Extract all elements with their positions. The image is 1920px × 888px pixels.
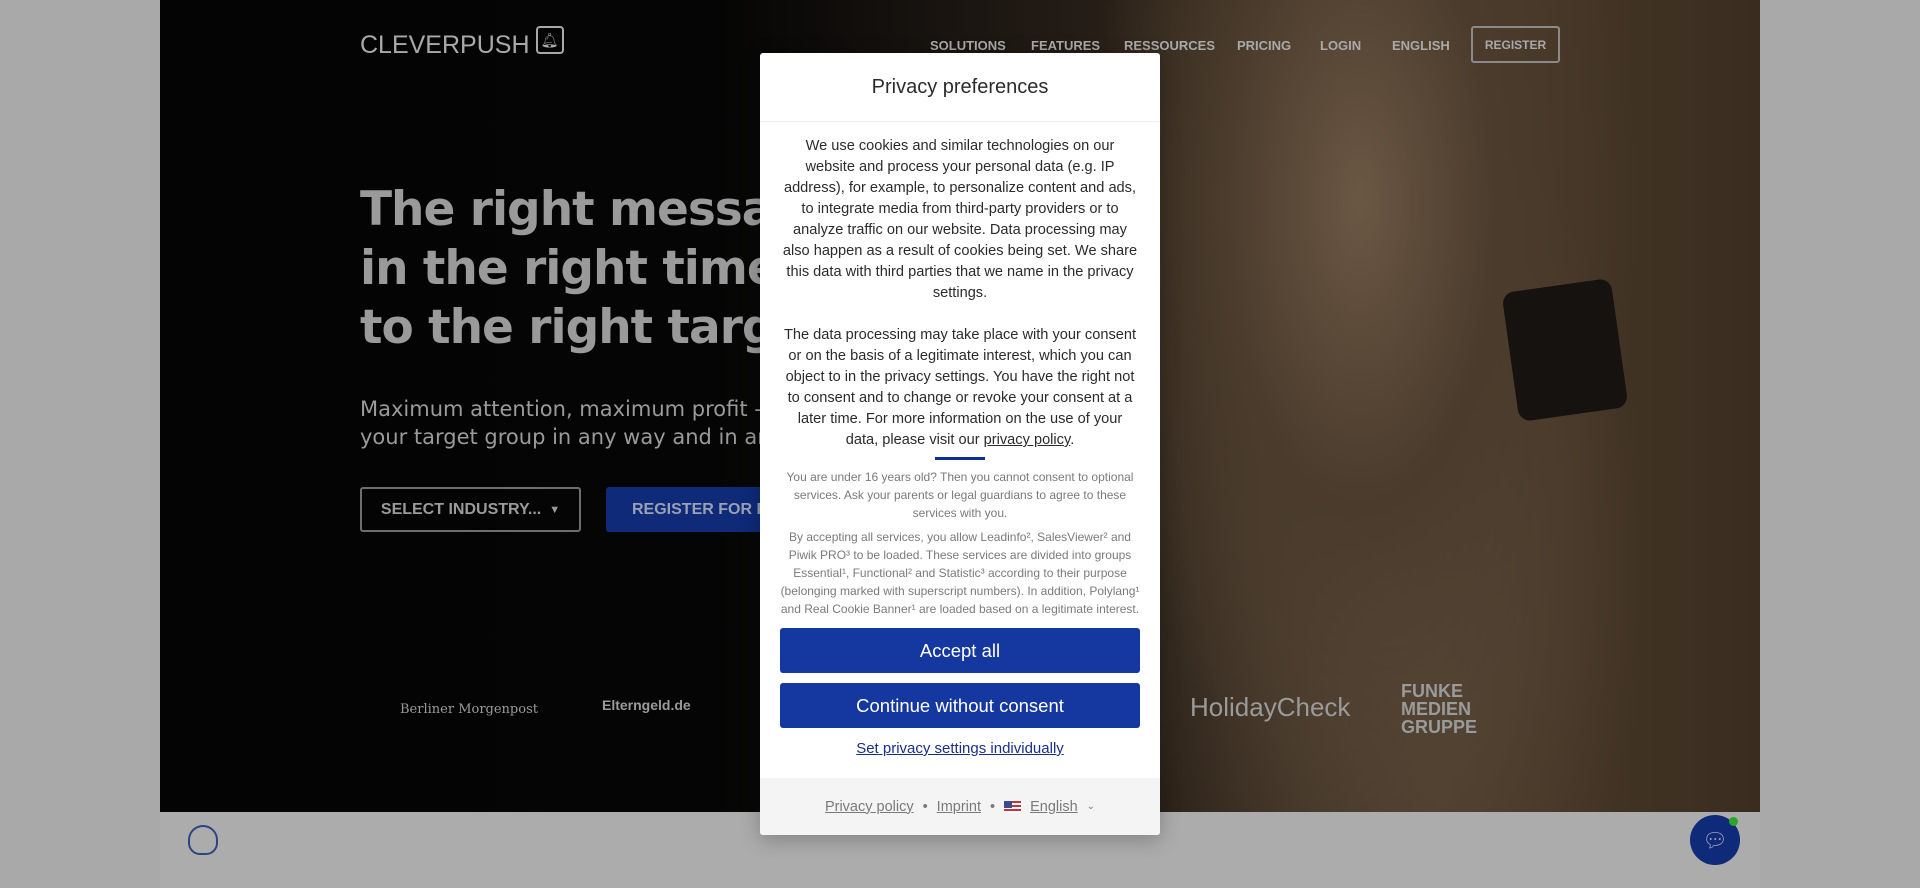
privacy-text: We use cookies and similar technologies … (782, 138, 1138, 301)
partner-logo-holidaycheck: HolidayCheck (1190, 692, 1351, 722)
privacy-dialog: Privacy preferences We use cookies and s… (760, 53, 1160, 835)
us-flag-icon (1004, 800, 1022, 813)
footer-privacy-link[interactable]: Privacy policy (825, 799, 914, 815)
accept-all-button[interactable]: Accept all (780, 628, 1140, 673)
select-industry-dropdown[interactable]: SELECT INDUSTRY... ▼ (360, 487, 581, 532)
caret-down-icon: ▼ (549, 503, 561, 516)
nav-language[interactable]: ENGLISH (1392, 38, 1450, 53)
privacy-policy-link[interactable]: privacy policy (984, 432, 1071, 448)
nav-solutions[interactable]: SOLUTIONS (930, 38, 1006, 53)
separator: • (922, 798, 928, 815)
nav-pricing[interactable]: PRICING (1237, 38, 1291, 53)
divider (935, 457, 985, 460)
register-button[interactable]: REGISTER (1471, 26, 1560, 63)
chat-button[interactable]: 💬︎ (1690, 815, 1740, 865)
continue-without-consent-button[interactable]: Continue without consent (780, 683, 1140, 728)
nav-features[interactable]: FEATURES (1031, 38, 1100, 53)
separator: • (990, 798, 996, 815)
hero-subtitle: Maximum attention, maximum profit - with… (360, 395, 818, 451)
partner-logo-berliner-morgenpost: Berliner Morgenpost (400, 702, 538, 717)
dialog-title: Privacy preferences (760, 53, 1160, 122)
age-notice: You are under 16 years old? Then you can… (786, 470, 1134, 520)
language-select[interactable]: English (1030, 799, 1078, 815)
hero-subtitle-line: Maximum attention, maximum profit - with (360, 397, 814, 421)
footer-imprint-link[interactable]: Imprint (937, 799, 981, 815)
partner-logo-elterngeld: Elterngeld.de (602, 697, 691, 713)
chat-icon: 💬︎ (1702, 829, 1728, 852)
services-notice: By accepting all services, you allow Lea… (780, 530, 1140, 616)
individual-settings-link[interactable]: Set privacy settings individually (780, 740, 1140, 757)
hero-phone-image (1501, 277, 1629, 423)
partner-logo-funke: FUNKE MEDIEN GRUPPE (1401, 681, 1478, 737)
chevron-down-icon: ⌄ (1086, 801, 1096, 812)
cleverpush-logo[interactable]: CLEVERPUSH 🔔︎ (360, 26, 564, 60)
bell-icon: 🔔︎ (535, 26, 564, 54)
nav-login[interactable]: LOGIN (1320, 38, 1361, 53)
dialog-footer: Privacy policy • Imprint • English ⌄ (760, 778, 1160, 835)
nav-ressources[interactable]: RESSOURCES (1124, 38, 1215, 53)
hero-subtitle-line: your target group in any way and in an i… (360, 425, 818, 449)
fingerprint-icon[interactable] (188, 825, 218, 855)
privacy-text-2: The data processing may take place with … (783, 327, 1137, 448)
online-indicator (1729, 817, 1738, 826)
